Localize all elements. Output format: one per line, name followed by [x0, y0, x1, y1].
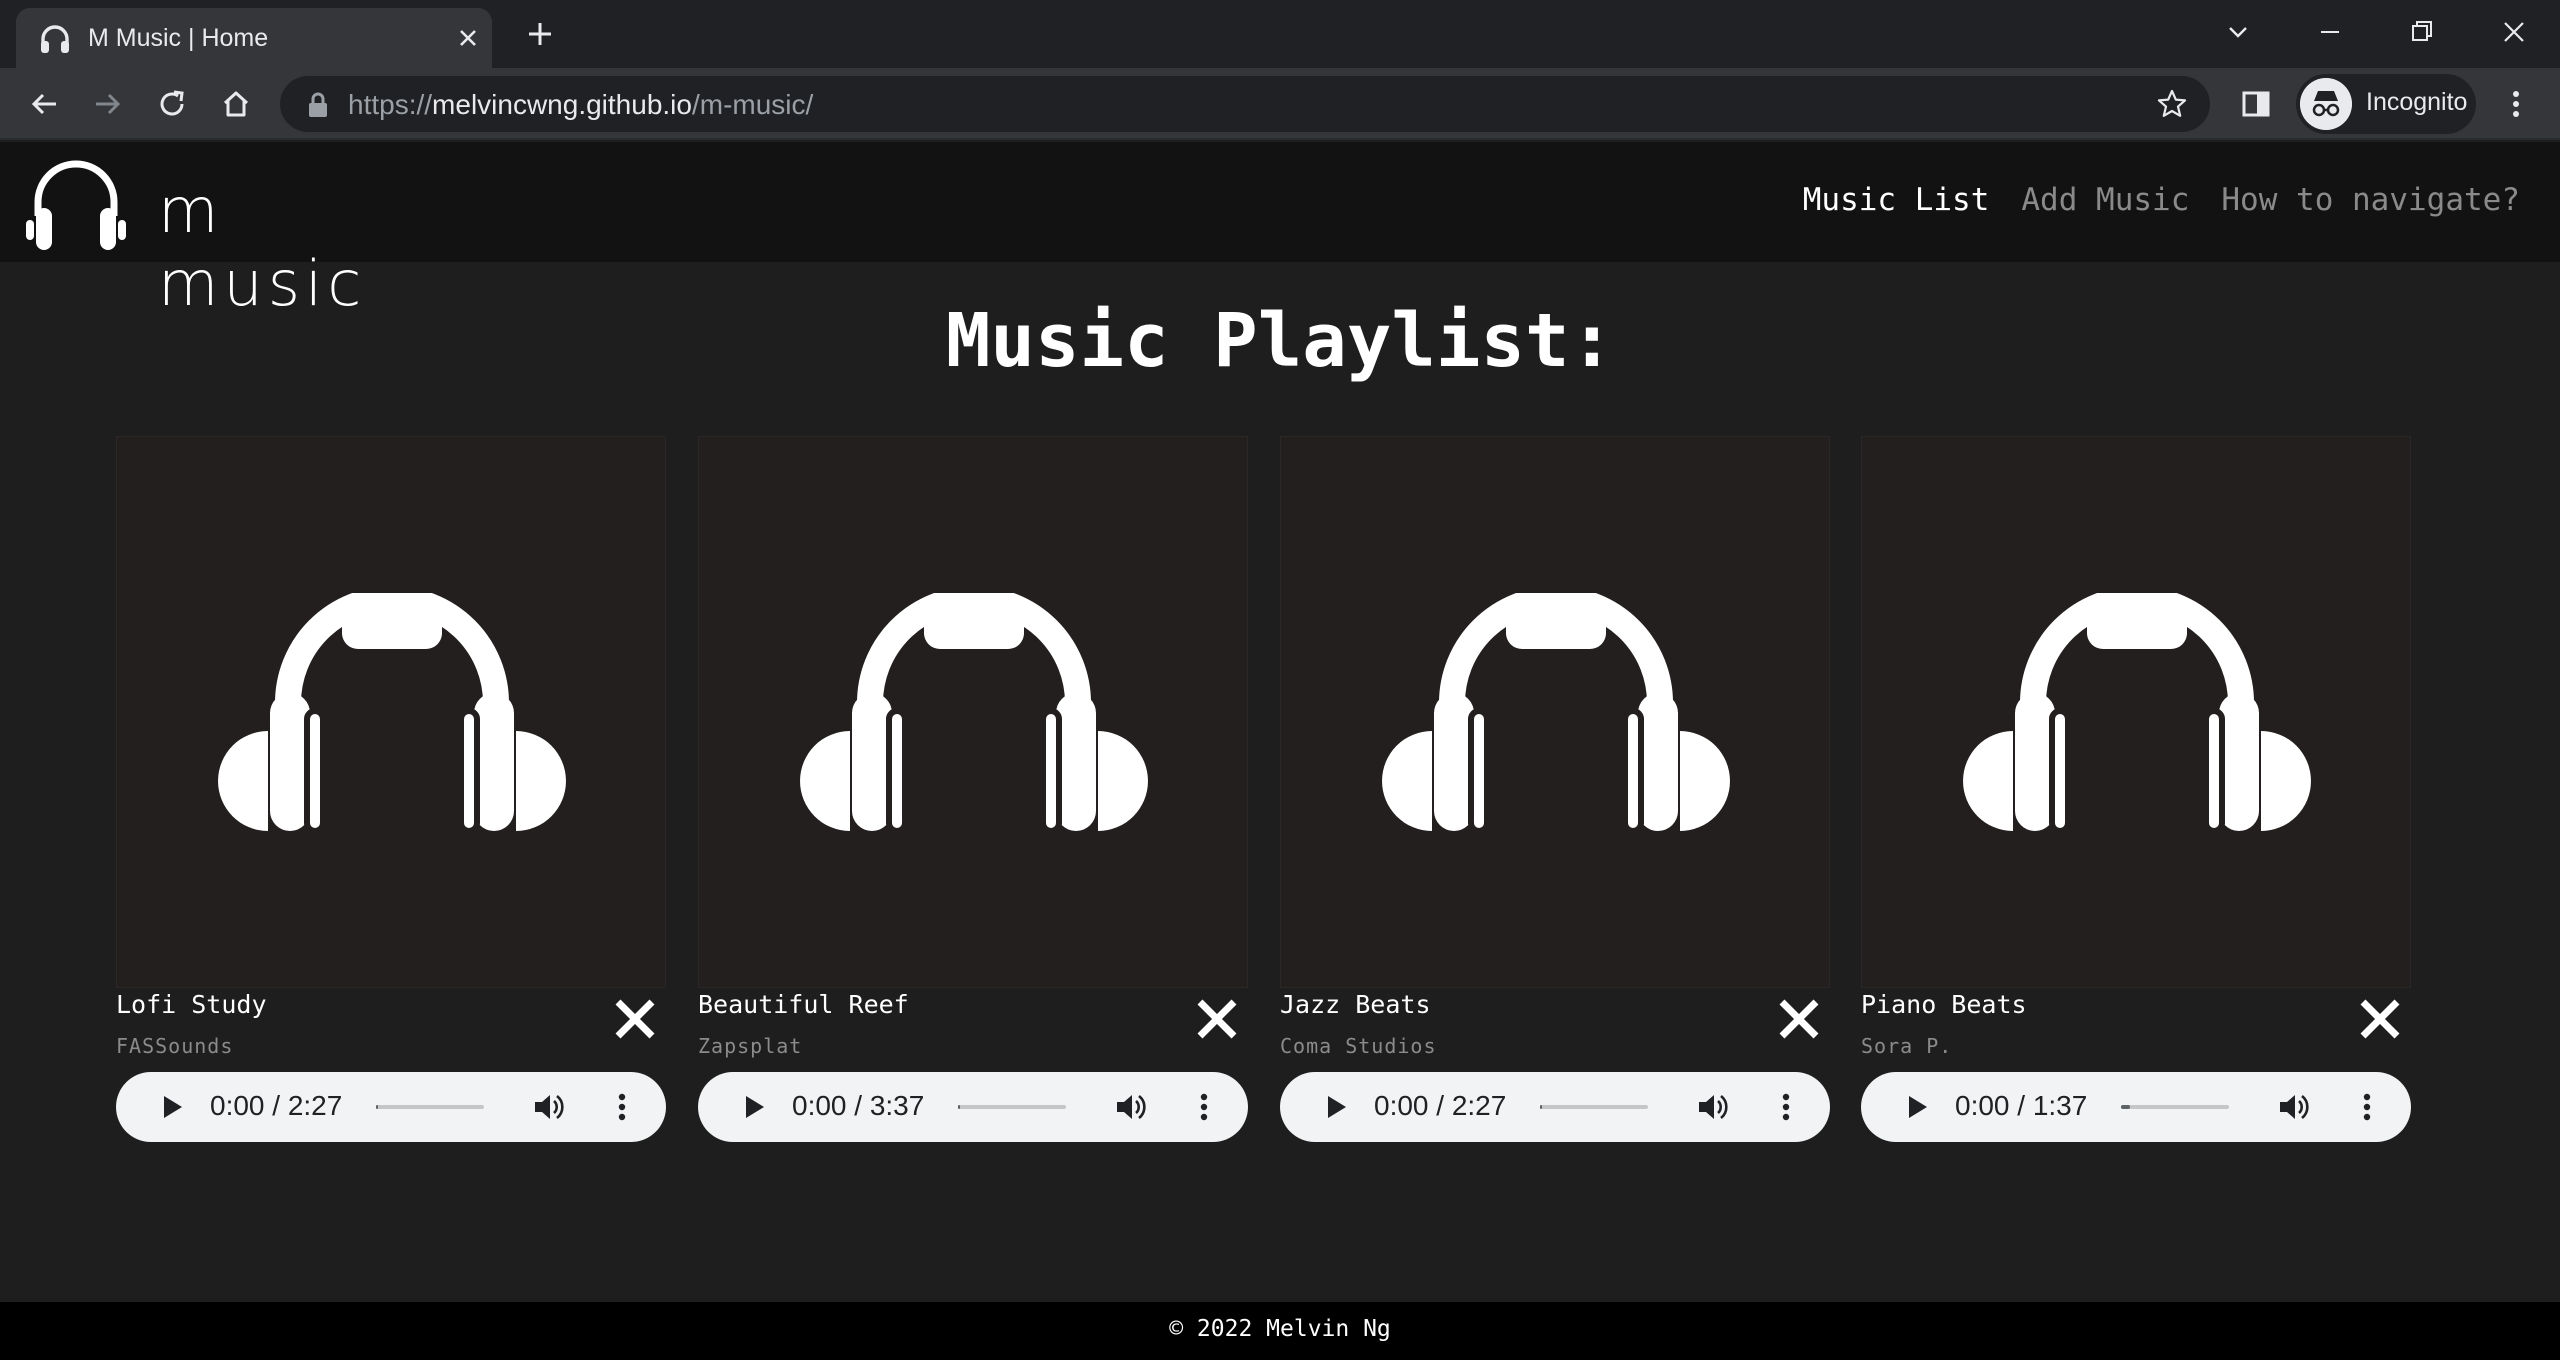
url-path: /m-music/ — [691, 89, 814, 120]
audio-player: 0:00 / 1:37 — [1861, 1072, 2411, 1142]
play-icon[interactable] — [1320, 1092, 1350, 1122]
album-cover — [116, 436, 666, 988]
headphones-favicon-icon — [41, 25, 69, 53]
url-scheme: https:// — [348, 89, 433, 120]
seek-slider[interactable] — [376, 1105, 484, 1109]
audio-player: 0:00 / 3:37 — [698, 1072, 1248, 1142]
tab-search-chevron-icon[interactable] — [2220, 14, 2256, 50]
audio-time: 0:00 / 1:37 — [1955, 1090, 2088, 1121]
back-arrow-icon[interactable] — [24, 84, 64, 124]
track-card: Jazz Beats Coma Studios 0:00 / 2:27 — [1280, 436, 1832, 1142]
headphones-logo-icon — [26, 160, 126, 250]
seek-slider[interactable] — [1540, 1105, 1648, 1109]
incognito-profile-button[interactable]: Incognito — [2296, 74, 2476, 134]
lock-icon[interactable] — [306, 92, 330, 118]
site-header: m music Music List Add Music How to navi… — [0, 142, 2560, 320]
more-options-icon[interactable] — [604, 1089, 640, 1125]
forward-arrow-icon[interactable] — [88, 84, 128, 124]
audio-player: 0:00 / 2:27 — [116, 1072, 666, 1142]
volume-icon[interactable] — [1694, 1089, 1730, 1125]
restore-icon[interactable] — [2404, 14, 2440, 50]
browser-tab-bar: M Music | Home — [0, 0, 2560, 68]
nav-add-music[interactable]: Add Music — [2021, 182, 2189, 218]
volume-icon[interactable] — [1112, 1089, 1148, 1125]
seek-progress — [376, 1105, 378, 1109]
audio-player: 0:00 / 2:27 — [1280, 1072, 1830, 1142]
nav-how-to-navigate[interactable]: How to navigate? — [2221, 182, 2520, 218]
site-logo[interactable]: m music — [26, 154, 426, 320]
album-cover — [1861, 436, 2411, 988]
page-title: Music Playlist: — [945, 298, 1615, 384]
incognito-label: Incognito — [2366, 88, 2468, 116]
play-icon[interactable] — [1901, 1092, 1931, 1122]
track-artist: Sora P. — [1861, 1034, 1953, 1058]
close-window-icon[interactable] — [2496, 14, 2532, 50]
track-title: Lofi Study — [116, 990, 267, 1019]
nav-music-list[interactable]: Music List — [1803, 182, 1990, 218]
remove-track-close-icon[interactable] — [2357, 996, 2403, 1042]
bookmark-star-icon[interactable] — [2156, 88, 2188, 120]
url-host: melvincwng.github.io — [432, 89, 692, 120]
headphones-cover-icon — [1382, 593, 1730, 833]
more-options-icon[interactable] — [1186, 1089, 1222, 1125]
close-tab-icon[interactable] — [454, 24, 482, 52]
play-icon[interactable] — [738, 1092, 768, 1122]
volume-icon[interactable] — [2275, 1089, 2311, 1125]
track-artist: Zapsplat — [698, 1034, 803, 1058]
side-panel-icon[interactable] — [2236, 84, 2276, 124]
seek-slider[interactable] — [2121, 1105, 2229, 1109]
reload-icon[interactable] — [152, 84, 192, 124]
track-artist: Coma Studios — [1280, 1034, 1437, 1058]
seek-progress — [958, 1105, 960, 1109]
home-icon[interactable] — [216, 84, 256, 124]
track-card: Piano Beats Sora P. 0:00 / 1:37 — [1861, 436, 2413, 1142]
headphones-cover-icon — [1963, 593, 2311, 833]
audio-time: 0:00 / 2:27 — [210, 1090, 343, 1121]
audio-time: 0:00 / 2:27 — [1374, 1090, 1507, 1121]
track-title: Beautiful Reef — [698, 990, 909, 1019]
seek-progress — [1540, 1105, 1542, 1109]
browser-toolbar: https://melvincwng.github.io/m-music/ In… — [0, 68, 2560, 140]
more-options-icon[interactable] — [1768, 1089, 1804, 1125]
track-card: Beautiful Reef Zapsplat 0:00 / 3:37 — [698, 436, 1250, 1142]
more-options-icon[interactable] — [2349, 1089, 2385, 1125]
site-footer: © 2022 Melvin Ng — [0, 1302, 2560, 1360]
incognito-icon — [2300, 78, 2352, 130]
headphones-cover-icon — [218, 593, 566, 833]
browser-menu-icon[interactable] — [2496, 84, 2536, 124]
remove-track-close-icon[interactable] — [612, 996, 658, 1042]
address-bar[interactable]: https://melvincwng.github.io/m-music/ — [280, 76, 2210, 132]
minimize-icon[interactable] — [2312, 14, 2348, 50]
browser-tab[interactable]: M Music | Home — [16, 8, 492, 68]
copyright-text: © 2022 Melvin Ng — [1169, 1316, 1391, 1342]
volume-icon[interactable] — [530, 1089, 566, 1125]
track-title: Piano Beats — [1861, 990, 2027, 1019]
seek-slider[interactable] — [958, 1105, 1066, 1109]
url-text[interactable]: https://melvincwng.github.io/m-music/ — [348, 89, 813, 121]
headphones-cover-icon — [800, 593, 1148, 833]
album-cover — [698, 436, 1248, 988]
new-tab-icon[interactable] — [522, 16, 558, 52]
audio-time: 0:00 / 3:37 — [792, 1090, 925, 1121]
album-cover — [1280, 436, 1830, 988]
remove-track-close-icon[interactable] — [1776, 996, 1822, 1042]
play-icon[interactable] — [156, 1092, 186, 1122]
track-artist: FASSounds — [116, 1034, 234, 1058]
tab-title: M Music | Home — [88, 24, 269, 52]
track-card: Lofi Study FASSounds 0:00 / 2:27 — [116, 436, 668, 1142]
main-nav: Music List Add Music How to navigate? — [1803, 182, 2520, 218]
seek-progress — [2121, 1105, 2130, 1109]
remove-track-close-icon[interactable] — [1194, 996, 1240, 1042]
track-title: Jazz Beats — [1280, 990, 1431, 1019]
